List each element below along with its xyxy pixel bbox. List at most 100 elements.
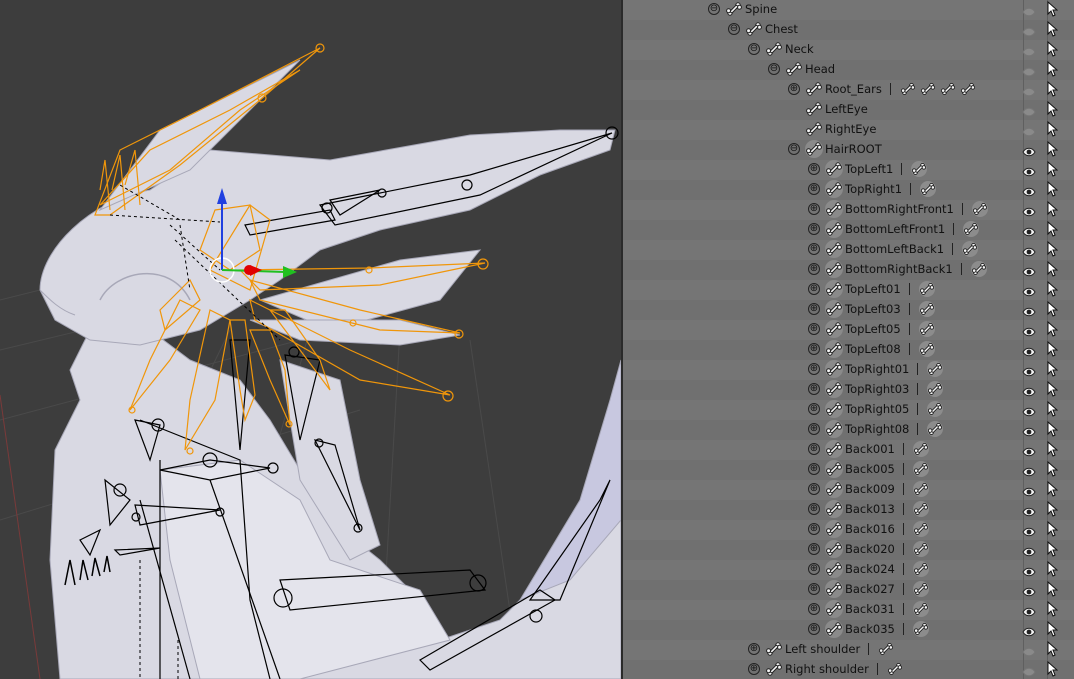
expand-toggle-icon[interactable]: ⊕ [808, 503, 820, 515]
child-bone-icon[interactable] [927, 401, 944, 417]
outliner-item-label[interactable]: Spine [745, 2, 777, 16]
eye-icon[interactable] [1022, 23, 1036, 37]
cursor-arrow-icon[interactable] [1046, 620, 1059, 637]
outliner-row[interactable]: ⊕ Back001 [623, 439, 1074, 459]
outliner-row[interactable]: ⊕ Back024 [623, 559, 1074, 579]
eye-icon[interactable] [1022, 383, 1036, 397]
cursor-arrow-icon[interactable] [1046, 20, 1059, 37]
eye-icon[interactable] [1022, 643, 1036, 657]
eye-icon[interactable] [1022, 163, 1036, 177]
outliner-item-label[interactable]: Back009 [845, 482, 895, 496]
cursor-arrow-icon[interactable] [1046, 120, 1059, 137]
expand-toggle-icon[interactable]: ⊕ [808, 523, 820, 535]
cursor-arrow-icon[interactable] [1046, 420, 1059, 437]
collapse-toggle-icon[interactable]: ⊖ [748, 43, 760, 55]
expand-toggle-icon[interactable]: ⊕ [808, 323, 820, 335]
outliner-item-label[interactable]: TopRight1 [845, 182, 902, 196]
cursor-arrow-icon[interactable] [1046, 180, 1059, 197]
child-bone-icon[interactable] [971, 201, 988, 217]
child-bone-icon[interactable] [912, 481, 929, 497]
child-bone-icon[interactable] [912, 621, 929, 637]
outliner-item-label[interactable]: LeftEye [825, 102, 868, 116]
child-bone-icon[interactable] [878, 641, 894, 657]
expand-toggle-icon[interactable]: ⊕ [808, 603, 820, 615]
outliner-item-label[interactable]: RightEye [825, 122, 876, 136]
outliner-item-label[interactable]: Back005 [845, 462, 895, 476]
outliner-row[interactable]: ⊕ Back016 [623, 519, 1074, 539]
eye-icon[interactable] [1022, 563, 1036, 577]
cursor-arrow-icon[interactable] [1046, 280, 1059, 297]
outliner-item-label[interactable]: Root_Ears [825, 82, 882, 96]
expand-toggle-icon[interactable]: ⊕ [808, 463, 820, 475]
outliner-row[interactable]: ⊕ Back013 [623, 499, 1074, 519]
child-bone-icon[interactable] [918, 341, 935, 357]
outliner-row[interactable]: ⊕ TopLeft01 [623, 279, 1074, 299]
outliner-row[interactable]: ⊕ BottomLeftBack1 [623, 239, 1074, 259]
outliner-row[interactable]: ⊕ BottomRightBack1 [623, 259, 1074, 279]
eye-icon[interactable] [1022, 263, 1036, 277]
cursor-arrow-icon[interactable] [1046, 80, 1059, 97]
outliner-row[interactable]: ⊕ Left shoulder [623, 639, 1074, 659]
cursor-arrow-icon[interactable] [1046, 660, 1059, 677]
viewport-scene[interactable] [0, 0, 621, 679]
cursor-arrow-icon[interactable] [1046, 580, 1059, 597]
child-bone-icon[interactable] [887, 661, 903, 677]
expand-toggle-icon[interactable]: ⊕ [808, 363, 820, 375]
child-bone-icon[interactable] [963, 221, 980, 237]
outliner-item-label[interactable]: TopRight05 [845, 402, 909, 416]
outliner-row[interactable]: ⊕ TopRight08 [623, 419, 1074, 439]
outliner-item-label[interactable]: BottomRightFront1 [845, 202, 954, 216]
outliner-item-label[interactable]: TopLeft08 [845, 342, 901, 356]
outliner-row[interactable]: ⊕ BottomRightFront1 [623, 199, 1074, 219]
outliner-item-label[interactable]: Chest [765, 22, 798, 36]
expand-toggle-icon[interactable]: ⊕ [808, 423, 820, 435]
eye-icon[interactable] [1022, 103, 1036, 117]
outliner-row[interactable]: ⊕ Back027 [623, 579, 1074, 599]
expand-toggle-icon[interactable]: ⊕ [808, 563, 820, 575]
outliner-row[interactable]: ⊕ TopRight03 [623, 379, 1074, 399]
outliner-row[interactable]: ⊕ Back035 [623, 619, 1074, 639]
child-bone-icon[interactable] [912, 461, 929, 477]
outliner-item-label[interactable]: Back013 [845, 502, 895, 516]
cursor-arrow-icon[interactable] [1046, 40, 1059, 57]
outliner-row[interactable]: ⊕ TopLeft05 [623, 319, 1074, 339]
eye-icon[interactable] [1022, 183, 1036, 197]
outliner-row[interactable]: ⊖ HairROOT [623, 139, 1074, 159]
eye-icon[interactable] [1022, 63, 1036, 77]
child-bone-icon[interactable] [918, 281, 935, 297]
child-bone-icon[interactable] [940, 81, 956, 97]
outliner-row[interactable]: ⊕ TopRight05 [623, 399, 1074, 419]
eye-icon[interactable] [1022, 483, 1036, 497]
expand-toggle-icon[interactable]: ⊕ [748, 643, 760, 655]
eye-icon[interactable] [1022, 623, 1036, 637]
outliner-row[interactable]: ⊕ Back009 [623, 479, 1074, 499]
eye-icon[interactable] [1022, 443, 1036, 457]
cursor-arrow-icon[interactable] [1046, 380, 1059, 397]
outliner-row[interactable]: ⊕ TopLeft1 [623, 159, 1074, 179]
eye-icon[interactable] [1022, 343, 1036, 357]
child-bone-icon[interactable] [962, 241, 979, 257]
eye-icon[interactable] [1022, 43, 1036, 57]
expand-toggle-icon[interactable]: ⊕ [808, 483, 820, 495]
outliner-row[interactable]: LeftEye [623, 99, 1074, 119]
child-bone-icon[interactable] [918, 301, 935, 317]
outliner-item-label[interactable]: BottomLeftBack1 [845, 242, 944, 256]
outliner-item-label[interactable]: Back016 [845, 522, 895, 536]
eye-icon[interactable] [1022, 243, 1036, 257]
eye-icon[interactable] [1022, 583, 1036, 597]
outliner-row[interactable]: ⊕ Back031 [623, 599, 1074, 619]
outliner-row[interactable]: ⊕ Back005 [623, 459, 1074, 479]
cursor-arrow-icon[interactable] [1046, 260, 1059, 277]
eye-icon[interactable] [1022, 403, 1036, 417]
expand-toggle-icon[interactable]: ⊕ [808, 163, 820, 175]
expand-toggle-icon[interactable]: ⊕ [748, 663, 760, 675]
cursor-arrow-icon[interactable] [1046, 200, 1059, 217]
cursor-arrow-icon[interactable] [1046, 100, 1059, 117]
outliner-item-label[interactable]: Right shoulder [785, 662, 869, 676]
child-bone-icon[interactable] [927, 361, 944, 377]
outliner-item-label[interactable]: Back024 [845, 562, 895, 576]
expand-toggle-icon[interactable]: ⊕ [808, 443, 820, 455]
collapse-toggle-icon[interactable]: ⊖ [708, 3, 720, 15]
cursor-arrow-icon[interactable] [1046, 140, 1059, 157]
cursor-arrow-icon[interactable] [1046, 460, 1059, 477]
